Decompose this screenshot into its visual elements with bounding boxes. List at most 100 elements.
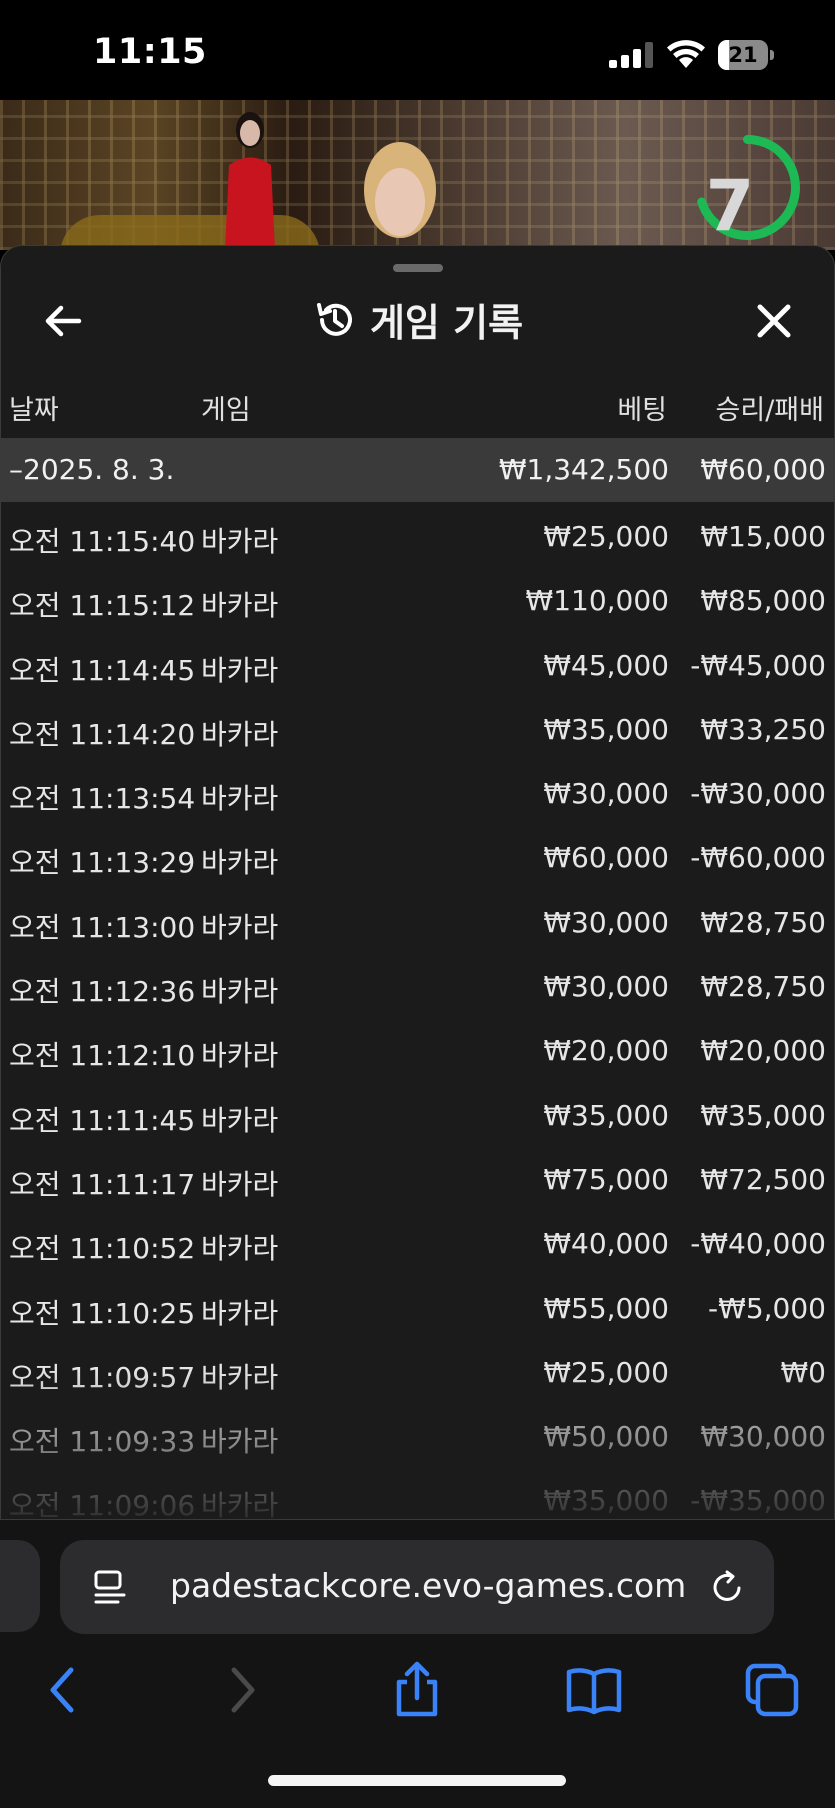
- row-game: 바카라: [201, 717, 279, 751]
- history-list: 오전 11:15:40 바카라 ₩25,000 ₩15,000 오전 11:15:12 바…: [1, 502, 834, 1520]
- history-row[interactable]: 오전 11:15:12 바카라 ₩110,000 ₩85,000: [1, 566, 834, 630]
- history-row[interactable]: 오전 11:15:40 바카라 ₩25,000 ₩15,000: [1, 502, 834, 566]
- address-bar[interactable]: padestackcore.evo-games.com: [60, 1540, 774, 1634]
- row-game: 바카라: [201, 910, 279, 944]
- row-bet: ₩110,000: [525, 584, 669, 618]
- summary-date: –2025. 8. 3.: [9, 453, 175, 486]
- row-bet: ₩30,000: [543, 777, 669, 811]
- home-indicator: [268, 1775, 566, 1786]
- summary-win-loss-total: ₩60,000: [700, 453, 826, 486]
- row-win-loss: ₩30,000: [700, 1420, 826, 1454]
- row-win-loss: -₩35,000: [690, 1484, 826, 1518]
- row-bet: ₩35,000: [543, 1484, 669, 1518]
- row-win-loss: ₩0: [780, 1355, 827, 1389]
- row-game: 바카라: [201, 525, 279, 558]
- row-time: 오전 11:12:10: [9, 1039, 196, 1073]
- row-time: 오전 11:12:36: [9, 975, 196, 1009]
- row-win-loss: -₩30,000: [690, 777, 826, 811]
- history-row[interactable]: 오전 11:14:20 바카라 ₩35,000 ₩33,250: [1, 695, 834, 759]
- url-text: padestackcore.evo-games.com: [170, 1566, 687, 1605]
- history-row[interactable]: 오전 11:12:36 바카라 ₩30,000 ₩28,750: [1, 952, 834, 1016]
- column-header-win-loss: 승리/패배: [715, 395, 824, 426]
- row-win-loss: ₩20,000: [700, 1034, 826, 1068]
- live-video-feed[interactable]: 7: [0, 100, 835, 250]
- row-win-loss: ₩15,000: [700, 520, 826, 553]
- row-bet: ₩55,000: [543, 1291, 669, 1325]
- row-game: 바카라: [201, 1296, 279, 1330]
- row-bet: ₩50,000: [543, 1420, 669, 1454]
- panel-title-text: 게임 기록: [369, 301, 524, 345]
- game-history-panel: 게임 기록 날짜 게임 베팅 승리/패배 –2025. 8. 3. ₩1,342…: [0, 245, 835, 1520]
- row-bet: ₩30,000: [543, 970, 669, 1004]
- status-bar: 11:15 21: [0, 0, 835, 100]
- row-time: 오전 11:11:17: [9, 1167, 196, 1201]
- summary-bet-total: ₩1,342,500: [498, 453, 669, 486]
- round-timer-value: 7: [705, 165, 755, 247]
- row-time: 오전 11:10:52: [9, 1232, 196, 1266]
- share-icon[interactable]: [387, 1660, 447, 1720]
- row-win-loss: -₩5,000: [708, 1291, 826, 1325]
- row-win-loss: ₩28,750: [700, 905, 826, 939]
- cellular-signal-icon: [609, 42, 653, 68]
- row-bet: ₩75,000: [543, 1162, 669, 1196]
- row-time: 오전 11:13:00: [9, 910, 196, 944]
- drag-handle[interactable]: [393, 264, 443, 272]
- row-time: 오전 11:13:54: [9, 782, 196, 816]
- row-bet: ₩30,000: [543, 905, 669, 939]
- history-row[interactable]: 오전 11:14:45 바카라 ₩45,000 -₩45,000: [1, 631, 834, 695]
- page-menu-icon[interactable]: [92, 1568, 128, 1606]
- row-time: 오전 11:09:57: [9, 1360, 196, 1394]
- row-time: 오전 11:15:12: [9, 589, 196, 623]
- column-header-game: 게임: [201, 395, 251, 426]
- forward-icon[interactable]: [212, 1660, 272, 1720]
- history-row[interactable]: 오전 11:11:45 바카라 ₩35,000 ₩35,000: [1, 1081, 834, 1145]
- history-row[interactable]: 오전 11:10:25 바카라 ₩55,000 -₩5,000: [1, 1274, 834, 1338]
- history-row[interactable]: 오전 11:13:54 바카라 ₩30,000 -₩30,000: [1, 759, 834, 823]
- row-time: 오전 11:11:45: [9, 1103, 196, 1137]
- wifi-icon: [667, 40, 705, 68]
- dealer-figure: [364, 142, 436, 238]
- date-summary-row[interactable]: –2025. 8. 3. ₩1,342,500 ₩60,000: [1, 438, 834, 502]
- history-row[interactable]: 오전 11:11:17 바카라 ₩75,000 ₩72,500: [1, 1145, 834, 1209]
- history-row[interactable]: 오전 11:13:29 바카라 ₩60,000 -₩60,000: [1, 823, 834, 887]
- row-win-loss: -₩45,000: [690, 648, 826, 682]
- dealer-figure: [225, 112, 275, 250]
- history-row[interactable]: 오전 11:09:57 바카라 ₩25,000 ₩0: [1, 1338, 834, 1402]
- row-win-loss: ₩35,000: [700, 1098, 826, 1132]
- bookmarks-icon[interactable]: [564, 1660, 624, 1720]
- history-row[interactable]: 오전 11:13:00 바카라 ₩30,000 ₩28,750: [1, 888, 834, 952]
- row-bet: ₩20,000: [543, 1034, 669, 1068]
- history-row[interactable]: 오전 11:09:06 바카라 ₩35,000 -₩35,000: [1, 1466, 834, 1520]
- previous-tab-peek[interactable]: [0, 1540, 40, 1632]
- column-header-bet: 베팅: [617, 395, 667, 426]
- row-game: 바카라: [201, 1039, 279, 1073]
- back-icon[interactable]: [33, 1660, 93, 1720]
- row-win-loss: ₩85,000: [700, 584, 826, 618]
- panel-title: 게임 기록: [1, 292, 834, 347]
- status-time: 11:15: [93, 32, 207, 72]
- row-time: 오전 11:14:20: [9, 717, 196, 751]
- row-game: 바카라: [201, 589, 279, 623]
- row-time: 오전 11:09:06: [9, 1489, 196, 1520]
- reload-icon[interactable]: [708, 1568, 746, 1606]
- column-header-date: 날짜: [9, 395, 59, 426]
- row-bet: ₩35,000: [543, 1098, 669, 1132]
- close-icon[interactable]: [749, 296, 799, 346]
- row-win-loss: ₩33,250: [700, 712, 826, 746]
- history-row[interactable]: 오전 11:09:33 바카라 ₩50,000 ₩30,000: [1, 1402, 834, 1466]
- row-bet: ₩40,000: [543, 1227, 669, 1261]
- history-row[interactable]: 오전 11:12:10 바카라 ₩20,000 ₩20,000: [1, 1016, 834, 1080]
- row-time: 오전 11:09:33: [9, 1425, 196, 1459]
- row-game: 바카라: [201, 975, 279, 1009]
- history-row[interactable]: 오전 11:10:52 바카라 ₩40,000 -₩40,000: [1, 1209, 834, 1273]
- row-time: 오전 11:14:45: [9, 653, 196, 687]
- tabs-icon[interactable]: [742, 1660, 802, 1720]
- browser-toolbar: padestackcore.evo-games.com: [0, 1520, 835, 1808]
- row-bet: ₩25,000: [543, 1355, 669, 1389]
- row-game: 바카라: [201, 1232, 279, 1266]
- row-bet: ₩25,000: [543, 520, 669, 553]
- row-time: 오전 11:15:40: [9, 525, 196, 558]
- row-game: 바카라: [201, 1360, 279, 1394]
- row-win-loss: ₩72,500: [700, 1162, 826, 1196]
- row-time: 오전 11:13:29: [9, 846, 196, 880]
